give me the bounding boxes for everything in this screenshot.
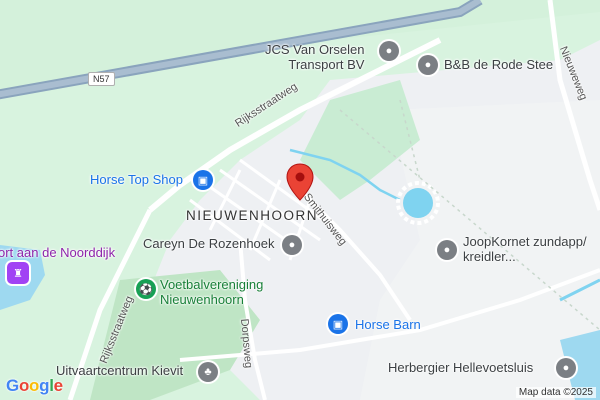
poi-label-horse-top-shop[interactable]: Horse Top Shop: [90, 172, 183, 187]
shopping-bag-icon[interactable]: ▣: [193, 170, 213, 190]
poi-label-horse-barn[interactable]: Horse Barn: [355, 317, 421, 332]
map-canvas[interactable]: N57 Rijksstraatweg Rijksstraatweg Smithu…: [0, 0, 600, 400]
town-label: NIEUWENHOORN: [186, 208, 318, 223]
shopping-bag-icon[interactable]: ▣: [328, 314, 348, 334]
poi-label-joopkornet[interactable]: JoopKornet zundapp/ kreidler...: [463, 234, 587, 264]
pin-icon[interactable]: ●: [282, 235, 302, 255]
pin-icon[interactable]: ●: [556, 358, 576, 378]
poi-label-herbergier[interactable]: Herbergier Hellevoetsluis: [388, 360, 533, 375]
pin-icon[interactable]: ●: [418, 55, 438, 75]
pin-icon[interactable]: ●: [437, 240, 457, 260]
highway-shield: N57: [88, 72, 115, 86]
poi-label-bnb[interactable]: B&B de Rode Stee: [444, 57, 553, 72]
pin-icon[interactable]: ●: [379, 41, 399, 61]
poi-label-fort[interactable]: ort aan de Noorddijk: [0, 245, 115, 260]
map-attribution[interactable]: Map data ©2025: [515, 387, 596, 398]
poi-label-careyn[interactable]: Careyn De Rozenhoek: [143, 236, 275, 251]
location-marker-icon[interactable]: [286, 163, 314, 201]
poi-label-voetbal[interactable]: Voetbalvereniging Nieuwenhoorn: [160, 277, 263, 307]
google-logo: Google: [6, 376, 63, 395]
castle-icon[interactable]: ♜: [7, 262, 29, 284]
sports-icon[interactable]: ⚽: [136, 279, 156, 299]
tree-icon[interactable]: ♣: [198, 362, 218, 382]
pond: [403, 188, 433, 218]
poi-label-uitvaart[interactable]: Uitvaartcentrum Kievit: [56, 363, 183, 378]
poi-label-jcs[interactable]: JCS Van Orselen Transport BV: [265, 42, 364, 72]
